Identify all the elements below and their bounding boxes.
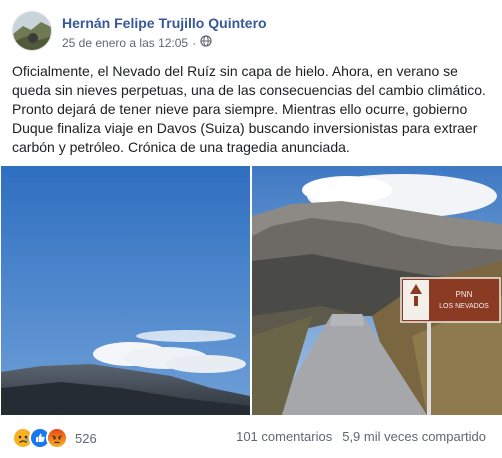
shares-count-link[interactable]: 5,9 mil veces compartido <box>342 429 486 444</box>
photo-road-sign[interactable]: PNN LOS NEVADOS <box>252 166 502 415</box>
photo-nevado-sky[interactable] <box>1 166 250 415</box>
post-header: Hernán Felipe Trujillo Quintero 25 de en… <box>12 11 492 53</box>
facebook-post: Hernán Felipe Trujillo Quintero 25 de en… <box>0 0 502 458</box>
engagement-stats: 101 comentarios 5,9 mil veces compartido <box>236 429 486 444</box>
post-text: Oficialmente, el Nevado del Ruíz sin cap… <box>12 63 486 155</box>
comments-count-link[interactable]: 101 comentarios <box>236 429 332 444</box>
author-avatar[interactable] <box>12 11 52 51</box>
reactions-summary[interactable]: 526 <box>12 427 97 449</box>
post-timestamp[interactable]: 25 de enero a las 12:05 <box>62 36 188 50</box>
sign-line-2: LOS NEVADOS <box>439 303 489 310</box>
post-meta: 25 de enero a las 12:05 · <box>62 35 212 50</box>
meta-separator: · <box>192 35 197 50</box>
reaction-count: 526 <box>75 430 97 446</box>
author-name[interactable]: Hernán Felipe Trujillo Quintero <box>62 15 267 31</box>
globe-icon[interactable] <box>200 35 212 50</box>
sign-line-1: PNN <box>456 290 473 299</box>
post-footer: 526 101 comentarios 5,9 mil veces compar… <box>0 416 502 458</box>
angry-reaction-icon <box>46 427 68 449</box>
